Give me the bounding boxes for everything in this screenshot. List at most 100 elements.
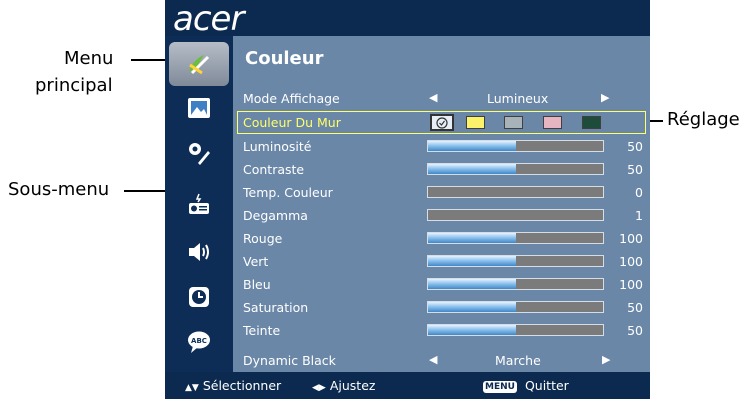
slider-fill	[428, 233, 516, 243]
slider-bar[interactable]	[427, 301, 604, 313]
up-down-arrows-icon: ▲▼	[185, 383, 199, 393]
wall-color-yellow-swatch[interactable]	[466, 116, 485, 129]
slider-row[interactable]: Bleu 100	[233, 273, 650, 296]
menu-key-icon: MENU	[483, 381, 517, 393]
slider-fill	[428, 256, 516, 266]
acer-logo: acer	[173, 0, 244, 39]
left-arrow-icon[interactable]: ◀	[429, 91, 437, 104]
slider-value: 1	[635, 208, 643, 223]
display-mode-label: Mode Affichage	[243, 91, 340, 106]
main-menu-timer-item[interactable]	[171, 277, 227, 317]
slider-bar[interactable]	[427, 232, 604, 244]
slider-bar[interactable]	[427, 278, 604, 290]
adjust-hint: ◀▶ Ajustez	[312, 378, 375, 393]
main-menu-callout-line1: Menu	[64, 48, 114, 69]
adjust-hint-text: Ajustez	[329, 378, 376, 393]
slider-bar[interactable]	[427, 163, 604, 175]
slider-row[interactable]: Contraste 50	[233, 158, 650, 181]
main-menu-callout-line2: principal	[35, 75, 113, 96]
svg-text:ABC: ABC	[191, 337, 207, 345]
slider-fill	[428, 302, 516, 312]
osd-footer: ▲▼ Sélectionner ◀▶ Ajustez MENU Quitter	[165, 372, 650, 399]
slider-label: Saturation	[243, 300, 309, 315]
language-abc-icon: ABC	[188, 331, 210, 353]
slider-label: Vert	[243, 254, 269, 269]
wall-color-white-swatch[interactable]	[430, 114, 454, 131]
slider-fill	[428, 141, 516, 151]
clock-timer-icon	[189, 287, 209, 307]
wall-color-label: Couleur Du Mur	[243, 115, 341, 130]
settings-tools-icon	[189, 143, 210, 165]
slider-label: Teinte	[243, 323, 281, 338]
quit-hint: MENU Quitter	[483, 378, 569, 393]
adjust-callout: Réglage	[667, 108, 740, 132]
slider-bar[interactable]	[427, 186, 604, 198]
sub-menu-callout-text: Sous-menu	[8, 179, 110, 200]
slider-row[interactable]: Temp. Couleur 0	[233, 181, 650, 204]
main-menu-callout-2: principal	[35, 74, 113, 98]
slider-label: Contraste	[243, 162, 305, 177]
select-hint: ▲▼ Sélectionner	[185, 378, 281, 393]
slider-value: 50	[627, 300, 643, 315]
dynamic-black-label: Dynamic Black	[243, 353, 336, 368]
slider-label: Luminosité	[243, 139, 312, 154]
image-icon	[188, 98, 210, 118]
slider-fill	[428, 279, 516, 289]
slider-value: 100	[619, 231, 643, 246]
main-menu-language-item[interactable]: ABC	[171, 322, 227, 362]
slider-row[interactable]: Vert 100	[233, 250, 650, 273]
wall-color-row[interactable]: Couleur Du Mur	[237, 111, 646, 134]
color-brush-icon	[189, 55, 210, 75]
main-menu-audio-item[interactable]	[171, 232, 227, 272]
right-arrow-icon[interactable]: ▶	[601, 91, 609, 104]
color-submenu-panel: Couleur Mode Affichage ◀ Lumineux ▶ Coul…	[233, 36, 650, 372]
left-arrow-icon[interactable]: ◀	[429, 353, 437, 366]
wall-color-green-swatch[interactable]	[582, 116, 601, 129]
dynamic-black-value: Marche	[495, 353, 541, 368]
wall-color-pink-swatch[interactable]	[543, 116, 562, 129]
sub-menu-callout: Sous-menu	[8, 178, 109, 202]
quit-hint-text: Quitter	[524, 378, 569, 393]
slider-label: Rouge	[243, 231, 283, 246]
projector-osd: acer ABC Couleur Mode Affichage ◀ Lumine…	[165, 0, 650, 399]
slider-label: Degamma	[243, 208, 308, 223]
speaker-audio-icon	[189, 243, 209, 261]
slider-value: 50	[627, 139, 643, 154]
slider-label: Bleu	[243, 277, 271, 292]
slider-bar[interactable]	[427, 324, 604, 336]
main-menu-image-item[interactable]	[171, 88, 227, 128]
slider-row[interactable]: Saturation 50	[233, 296, 650, 319]
main-menu-management-item[interactable]	[171, 184, 227, 224]
slider-fill	[428, 164, 516, 174]
main-menu-color-item[interactable]	[169, 42, 229, 86]
select-hint-text: Sélectionner	[202, 378, 282, 393]
slider-value: 50	[627, 162, 643, 177]
slider-value: 0	[635, 185, 643, 200]
slider-bar[interactable]	[427, 140, 604, 152]
slider-row[interactable]: Degamma 1	[233, 204, 650, 227]
right-arrow-icon[interactable]: ▶	[602, 353, 610, 366]
check-circle-icon	[436, 116, 448, 129]
slider-value: 50	[627, 323, 643, 338]
main-menu-leader	[131, 59, 167, 61]
dynamic-black-row[interactable]: Dynamic Black ◀ Marche ▶	[233, 349, 650, 372]
slider-label: Temp. Couleur	[243, 185, 333, 200]
main-menu-sidebar: ABC	[165, 36, 233, 372]
slider-bar[interactable]	[427, 209, 604, 221]
slider-row[interactable]: Luminosité 50	[233, 135, 650, 158]
slider-row[interactable]: Rouge 100	[233, 227, 650, 250]
left-right-arrows-icon: ◀▶	[312, 383, 326, 393]
slider-bar[interactable]	[427, 255, 604, 267]
main-menu-settings-item[interactable]	[171, 133, 227, 173]
slider-fill	[428, 325, 516, 335]
display-mode-row[interactable]: Mode Affichage ◀ Lumineux ▶	[233, 87, 650, 110]
slider-value: 100	[619, 254, 643, 269]
projector-management-icon	[189, 193, 209, 214]
slider-row[interactable]: Teinte 50	[233, 319, 650, 342]
slider-value: 100	[619, 277, 643, 292]
panel-title: Couleur	[245, 48, 324, 69]
wall-color-gray-swatch[interactable]	[504, 116, 523, 129]
display-mode-value: Lumineux	[487, 91, 549, 106]
main-menu-callout: Menu	[64, 47, 113, 71]
adjust-callout-text: Réglage	[667, 109, 740, 130]
